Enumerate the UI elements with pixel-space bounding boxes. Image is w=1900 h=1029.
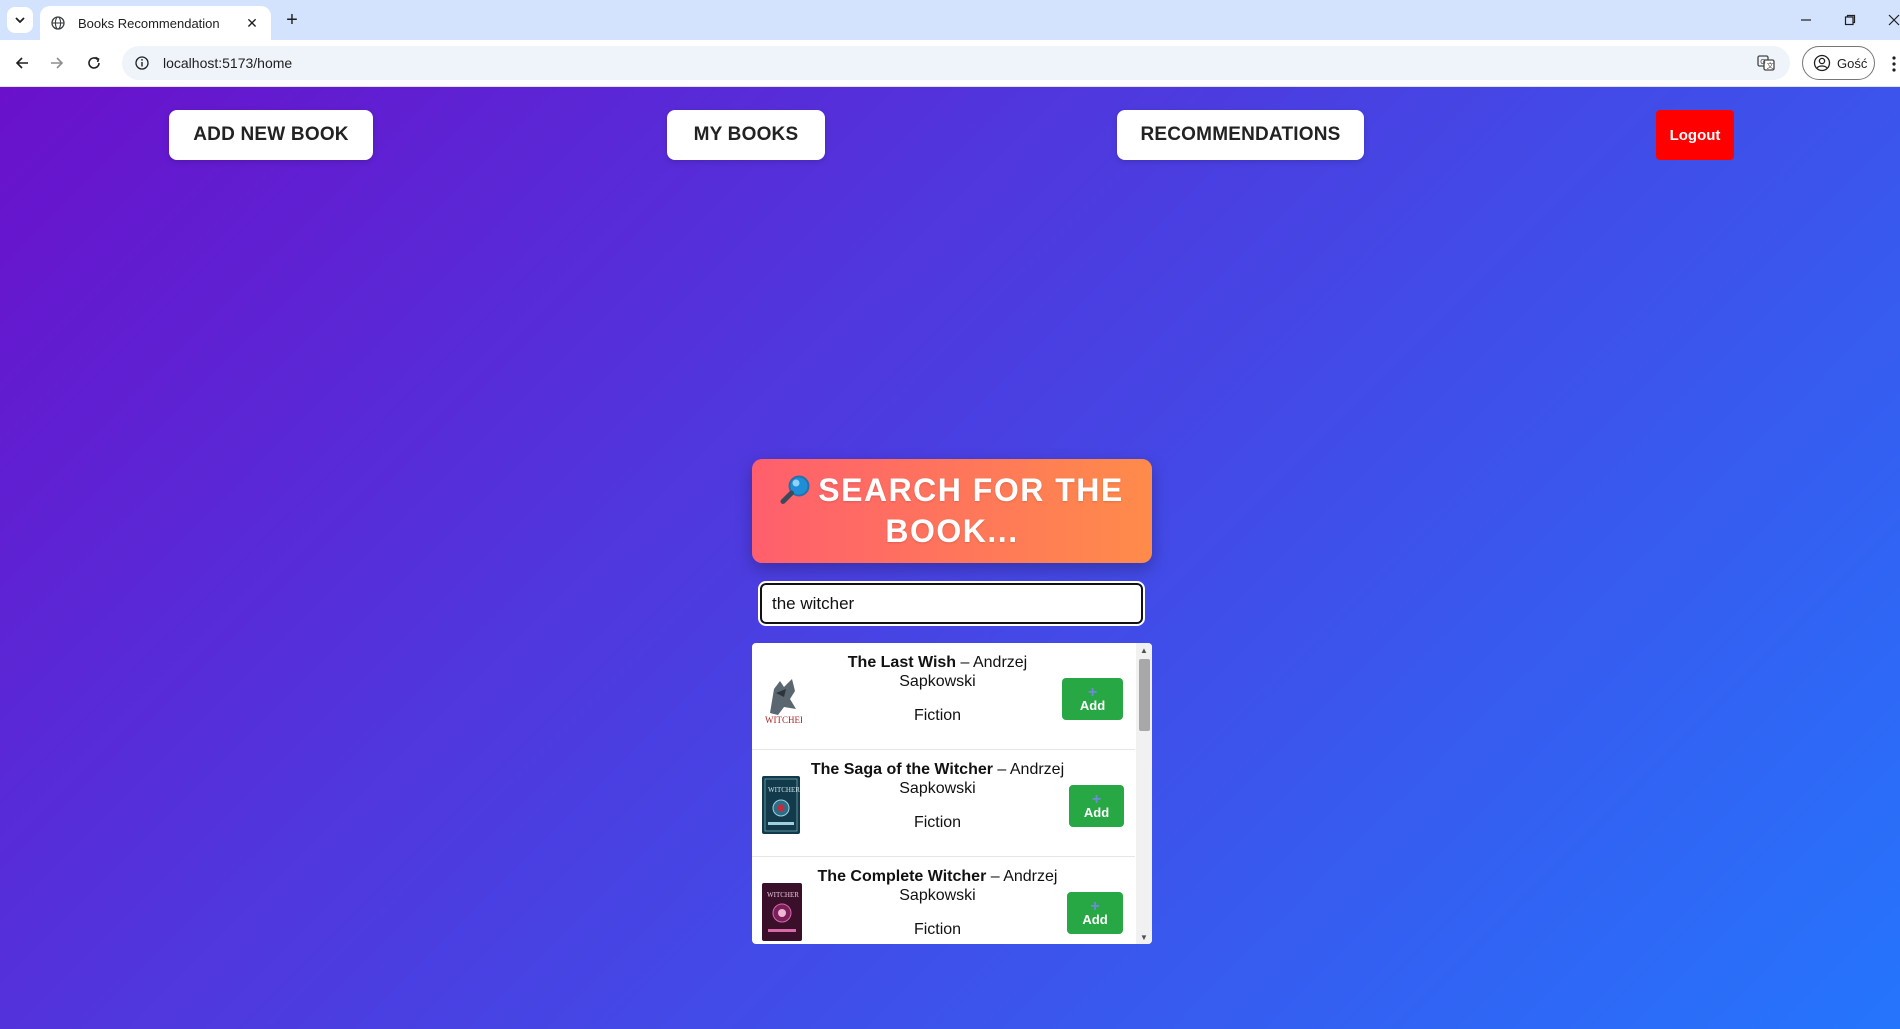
book-info: The Saga of the Witcher – Andrzej Sapkow… — [810, 760, 1065, 832]
reload-icon[interactable] — [82, 51, 106, 75]
result-item: WITCHER The Complete Witcher – Andrzej S… — [752, 857, 1135, 944]
svg-text:WITCHER: WITCHER — [765, 715, 802, 725]
book-title: The Complete Witcher — [817, 868, 987, 885]
scroll-down-arrow-icon[interactable]: ▼ — [1136, 930, 1152, 944]
logout-button[interactable]: Logout — [1656, 110, 1734, 160]
restore-window-icon[interactable] — [1836, 6, 1864, 34]
book-cover-image: WITCHER — [762, 883, 802, 941]
result-item: WITCHER The Last Wish – Andrzej Sapkowsk… — [752, 643, 1135, 750]
add-book-button[interactable]: + Add — [1062, 678, 1123, 720]
add-book-button[interactable]: + Add — [1069, 785, 1124, 827]
add-new-book-button[interactable]: ADD NEW BOOK — [169, 110, 373, 160]
recommendations-button[interactable]: RECOMMENDATIONS — [1117, 110, 1364, 160]
my-books-button[interactable]: MY BOOKS — [667, 110, 825, 160]
account-circle-icon — [1813, 54, 1831, 72]
book-cover-image: WITCHER — [762, 669, 802, 727]
add-book-button[interactable]: + Add — [1067, 892, 1123, 934]
scroll-thumb[interactable] — [1139, 659, 1150, 731]
svg-text:G: G — [1760, 59, 1765, 66]
profile-label: Gość — [1837, 55, 1868, 71]
plus-icon: + — [1087, 683, 1098, 701]
site-info-icon[interactable] — [134, 55, 150, 71]
book-genre: Fiction — [913, 814, 962, 831]
search-results-list[interactable]: WITCHER The Last Wish – Andrzej Sapkowsk… — [752, 643, 1152, 944]
svg-text:WITCHER: WITCHER — [767, 891, 799, 899]
forward-arrow-icon[interactable] — [45, 51, 69, 75]
plus-icon: + — [1090, 897, 1100, 915]
tab-search-button[interactable] — [7, 7, 33, 33]
address-bar[interactable]: localhost:5173/home G文 — [122, 46, 1790, 80]
back-arrow-icon[interactable] — [10, 51, 34, 75]
svg-text:WITCHER: WITCHER — [768, 786, 800, 794]
book-title: The Saga of the Witcher — [810, 761, 993, 778]
book-genre: Fiction — [913, 921, 962, 938]
book-separator: – — [956, 654, 973, 671]
search-heading-text: SEARCH FOR THE BOOK... — [818, 472, 1124, 549]
book-separator: – — [986, 868, 1004, 885]
svg-text:文: 文 — [1767, 61, 1774, 70]
profile-button[interactable]: Gość — [1802, 46, 1875, 80]
add-button-label: Add — [1082, 911, 1108, 927]
book-cover-image: WITCHER — [762, 776, 800, 834]
chevron-down-icon — [15, 17, 25, 24]
globe-icon — [50, 15, 66, 31]
add-button-label: Add — [1079, 697, 1106, 713]
close-tab-icon[interactable]: ✕ — [243, 14, 261, 32]
book-genre: Fiction — [913, 707, 962, 724]
search-input[interactable] — [758, 581, 1145, 626]
book-title: The Last Wish — [847, 654, 957, 671]
result-item: WITCHER The Saga of the Witcher – Andrze… — [752, 750, 1135, 857]
browser-toolbar: localhost:5173/home G文 Gość — [0, 40, 1900, 87]
magnifier-icon — [780, 473, 814, 513]
page-content: ADD NEW BOOK MY BOOKS RECOMMENDATIONS Lo… — [0, 87, 1900, 1029]
add-button-label: Add — [1083, 804, 1110, 820]
more-menu-icon[interactable] — [1888, 52, 1900, 76]
plus-icon: + — [1091, 790, 1102, 808]
search-heading-card: SEARCH FOR THE BOOK... — [752, 459, 1152, 563]
book-info: The Complete Witcher – Andrzej Sapkowski… — [810, 867, 1065, 939]
search-heading: SEARCH FOR THE BOOK... — [772, 472, 1132, 550]
browser-tab-active[interactable]: Books Recommendation ✕ — [40, 6, 271, 40]
results-scrollbar[interactable]: ▲ ▼ — [1136, 643, 1152, 944]
scroll-up-arrow-icon[interactable]: ▲ — [1136, 643, 1152, 657]
browser-tab-bar: Books Recommendation ✕ + — [0, 0, 1900, 40]
close-window-icon[interactable] — [1880, 6, 1900, 34]
tab-title: Books Recommendation — [78, 15, 220, 31]
book-separator: – — [992, 761, 1010, 778]
address-url: localhost:5173/home — [163, 55, 293, 71]
book-info: The Last Wish – Andrzej Sapkowski Fictio… — [810, 653, 1065, 725]
translate-icon[interactable]: G文 — [1756, 53, 1776, 73]
minimize-window-icon[interactable] — [1792, 6, 1820, 34]
new-tab-button[interactable]: + — [280, 8, 304, 32]
